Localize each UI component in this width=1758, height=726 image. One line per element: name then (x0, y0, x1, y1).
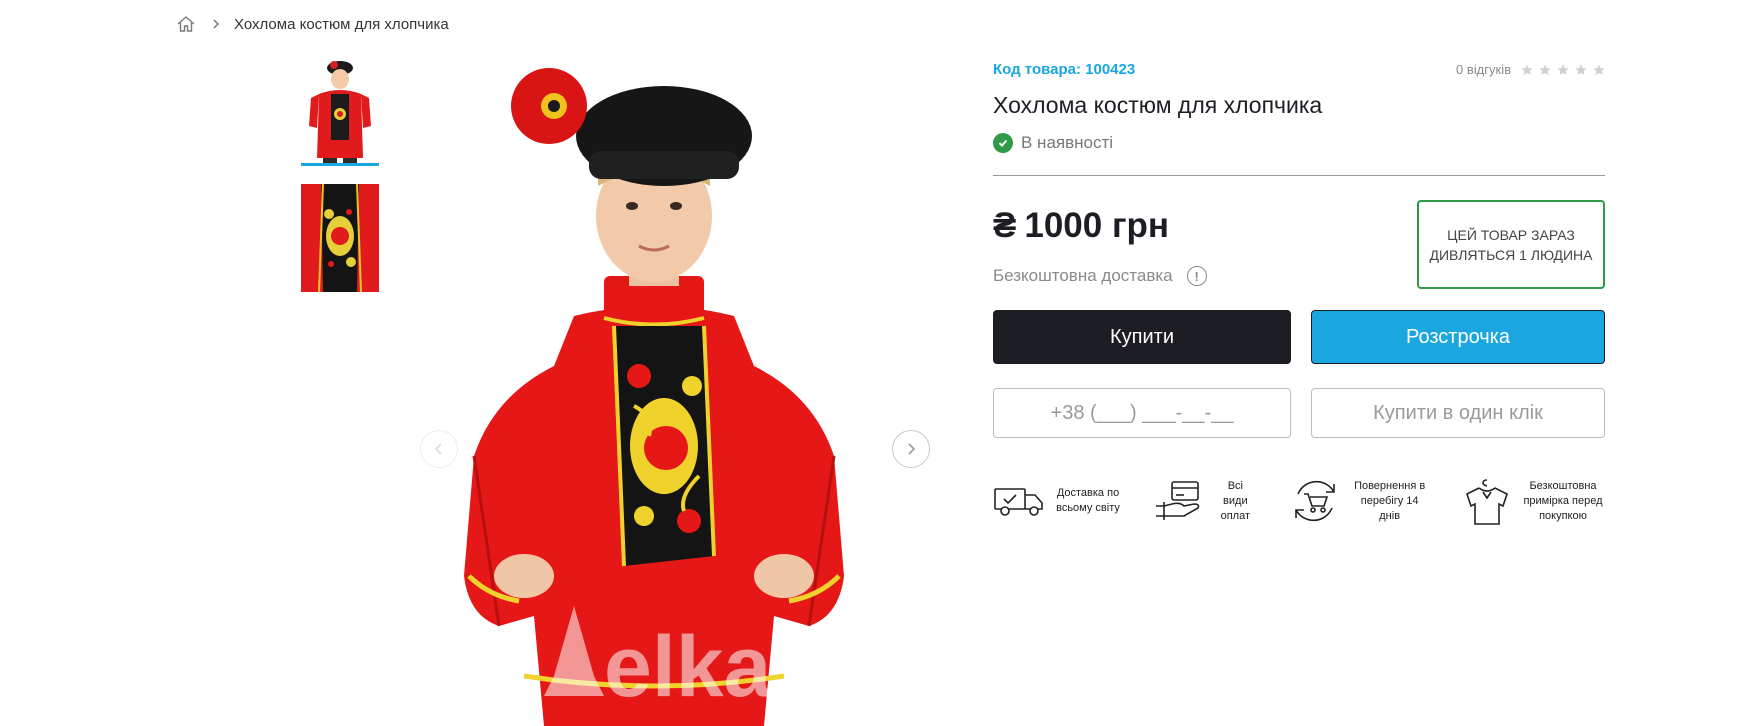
hryvnia-icon: ₴ (993, 206, 1017, 245)
main-product-image: elka (414, 56, 894, 726)
feature-label: Доставка по всьому світу (1056, 487, 1120, 514)
price: ₴ 1000 грн (993, 206, 1169, 246)
feature-fitting: Безкоштовна примірка перед покупкою (1463, 476, 1605, 526)
payment-card-icon (1154, 480, 1204, 522)
feature-label: Безкоштовна примірка перед покупкою (1523, 479, 1603, 522)
shirt-icon (1463, 476, 1511, 526)
phone-input[interactable] (993, 388, 1291, 438)
breadcrumb-current: Хохлома костюм для хлопчика (234, 15, 449, 33)
stock-status: В наявності (993, 133, 1605, 153)
reviews-count[interactable]: 0 відгуків (1456, 62, 1511, 77)
one-click-buy-button[interactable]: Купити в один клік (1311, 388, 1605, 438)
thumbnail-1[interactable] (301, 58, 379, 166)
info-icon[interactable]: ! (1186, 266, 1207, 286)
viewers-badge: Цей товар зараз дивляться 1 людина (1417, 200, 1605, 289)
star-icon (1521, 63, 1533, 75)
thumbnail-2[interactable] (301, 184, 379, 292)
star-icon (1575, 63, 1587, 75)
breadcrumb: Хохлома костюм для хлопчика (176, 12, 449, 36)
watermark: elka (604, 619, 773, 715)
delivery-truck-icon (993, 483, 1045, 519)
product-title: Хохлома костюм для хлопчика (993, 92, 1323, 118)
thumbnail-list (301, 58, 379, 292)
buy-button[interactable]: Купити (993, 310, 1291, 364)
feature-delivery: Доставка по всьому світу (993, 476, 1121, 526)
feature-payment: Всі види оплат (1154, 476, 1256, 526)
return-cart-icon (1290, 476, 1340, 526)
price-value: 1000 грн (1024, 206, 1170, 245)
product-code: Код товара: 100423 (993, 60, 1136, 78)
rating-stars (1521, 63, 1605, 75)
stock-label: В наявності (1021, 133, 1114, 152)
check-icon (993, 133, 1013, 153)
delivery-label: Безкоштовна доставка (993, 266, 1173, 285)
chevron-right-icon (210, 18, 222, 30)
star-icon (1593, 63, 1605, 75)
installment-button[interactable]: Розстрочка (1311, 310, 1605, 364)
star-icon (1557, 63, 1569, 75)
product-info: Код товара: 100423 0 відгуків Хохлома ко… (993, 56, 1605, 526)
features-list: Доставка по всьому світу Всі види оплат (993, 476, 1605, 526)
feature-label: Повернення в перебігу 14 днів (1354, 479, 1426, 522)
feature-return: Повернення в перебігу 14 днів (1290, 476, 1430, 526)
gallery-next-button[interactable] (892, 430, 930, 468)
free-delivery: Безкоштовна доставка ! (993, 266, 1207, 286)
gallery-prev-button[interactable] (420, 430, 458, 468)
home-icon[interactable] (176, 14, 196, 34)
feature-label: Всі види оплат (1220, 479, 1251, 522)
reviews[interactable]: 0 відгуків (1456, 62, 1605, 77)
star-icon (1539, 63, 1551, 75)
